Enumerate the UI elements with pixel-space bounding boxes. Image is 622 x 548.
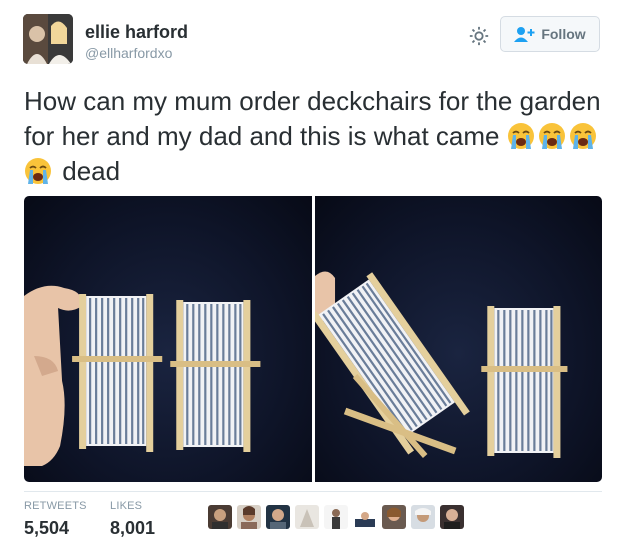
likes-stat[interactable]: LIKES 8,001 <box>110 500 155 539</box>
display-name[interactable]: ellie harford <box>85 22 188 43</box>
photo-left[interactable] <box>24 196 312 482</box>
photo-right[interactable] <box>314 196 602 482</box>
retweets-count: 5,504 <box>24 518 70 538</box>
stats-divider <box>24 491 602 492</box>
liker-avatar[interactable] <box>266 505 290 529</box>
liker-avatar[interactable] <box>440 505 464 529</box>
deckchairs-image-left <box>24 285 261 466</box>
likers-avatars <box>208 505 464 529</box>
likes-label: LIKES <box>110 500 143 512</box>
tweet-text-end: dead <box>62 156 121 186</box>
retweets-label: RETWEETS <box>24 500 87 512</box>
user-handle[interactable]: @ellharfordxo <box>85 45 172 61</box>
liker-avatar[interactable] <box>382 505 406 529</box>
user-avatar[interactable] <box>23 14 73 64</box>
tweet-media[interactable] <box>24 196 602 482</box>
loudly-crying-face-icon <box>569 123 596 149</box>
avatar-image <box>23 14 73 64</box>
likes-count: 8,001 <box>110 518 156 538</box>
gear-icon[interactable] <box>468 25 490 47</box>
liker-avatar[interactable] <box>295 505 319 529</box>
follow-button-label: Follow <box>541 26 586 42</box>
liker-avatar[interactable] <box>324 505 348 529</box>
liker-avatar[interactable] <box>237 505 261 529</box>
retweets-stat[interactable]: RETWEETS 5,504 <box>24 500 87 539</box>
loudly-crying-face-icon <box>25 158 51 184</box>
liker-avatar[interactable] <box>208 505 232 529</box>
follow-user-icon <box>514 27 535 42</box>
tweet-text: How can my mum order deckchairs for the … <box>24 84 604 189</box>
liker-avatar[interactable] <box>353 505 377 529</box>
follow-button[interactable]: Follow <box>500 16 600 52</box>
loudly-crying-face-icon <box>538 123 565 149</box>
loudly-crying-face-icon <box>507 123 534 149</box>
liker-avatar[interactable] <box>411 505 435 529</box>
deckchairs-image-right <box>314 271 567 458</box>
